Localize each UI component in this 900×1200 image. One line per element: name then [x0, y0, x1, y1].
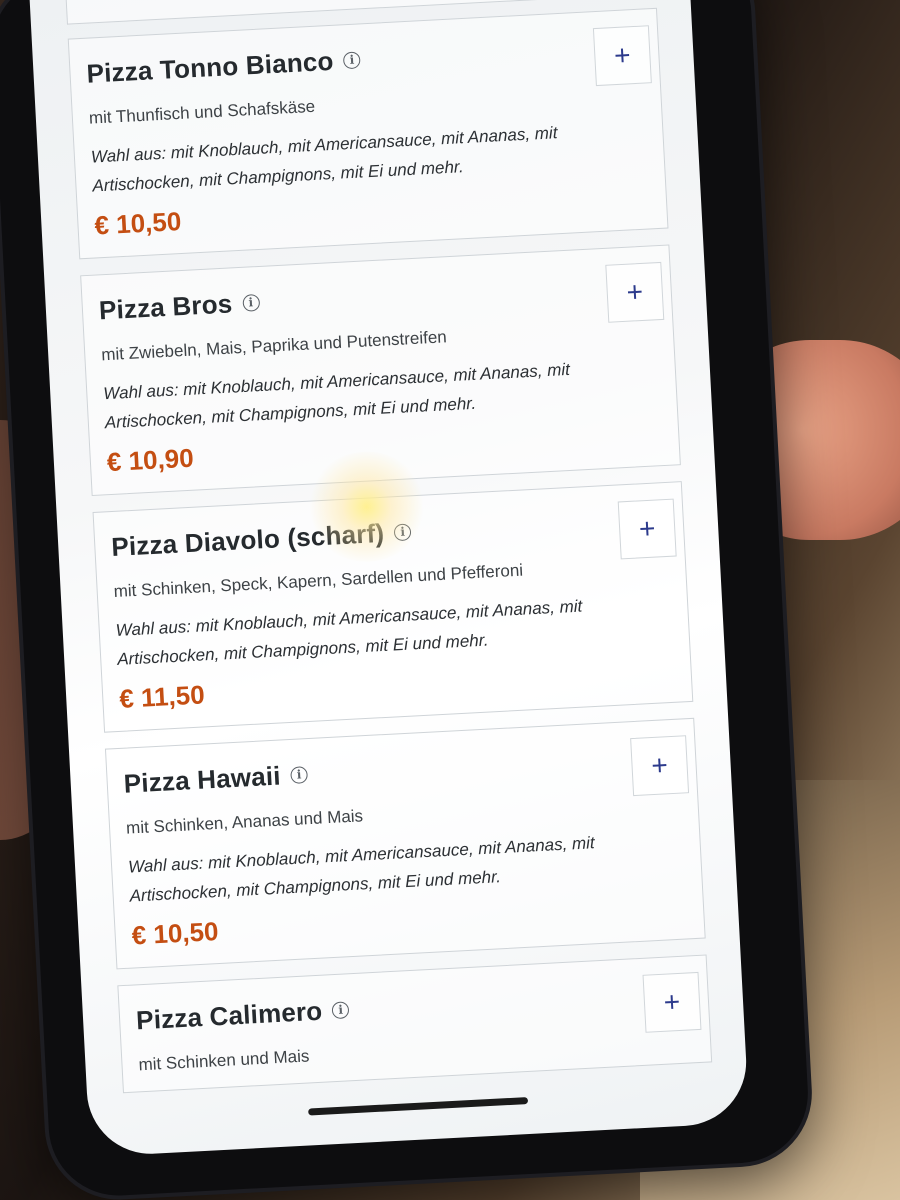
- menu-item-card[interactable]: Pizza Tonno Bianco i + mit Thunfisch und…: [67, 7, 669, 260]
- add-item-button[interactable]: +: [630, 735, 690, 797]
- menu-item-options: Wahl aus: mit Knoblauch, mit Americansau…: [127, 833, 596, 906]
- menu-item-description: mit Zwiebeln, Mais, Paprika und Putenstr…: [100, 327, 448, 365]
- add-item-button[interactable]: +: [592, 25, 652, 87]
- phone-screen: Pizza Tonno Bianco i + mit Thunfisch und…: [29, 0, 750, 1158]
- menu-item-description: mit Schinken und Mais: [138, 1046, 310, 1075]
- photo-scene: Pizza Tonno Bianco i + mit Thunfisch und…: [0, 0, 900, 1200]
- menu-item-title[interactable]: Pizza Hawaii: [123, 760, 281, 799]
- plus-icon: +: [613, 39, 632, 72]
- plus-icon: +: [638, 512, 657, 545]
- plus-icon: +: [625, 275, 644, 308]
- plus-icon: +: [662, 985, 681, 1018]
- menu-item-card[interactable]: Pizza Diavolo (scharf) i + mit Schinken,…: [92, 481, 694, 733]
- menu-item-options: Wahl aus: mit Knoblauch, mit Americansau…: [115, 596, 583, 669]
- menu-item-description: mit Thunfisch und Schafskäse: [88, 96, 316, 128]
- home-indicator[interactable]: [308, 1097, 529, 1116]
- add-item-button[interactable]: +: [617, 498, 677, 560]
- menu-item-options: Wahl aus: mit Knoblauch, mit Americansau…: [90, 123, 558, 196]
- menu-item-card[interactable]: Pizza Bros i + mit Zwiebeln, Mais, Papri…: [80, 244, 681, 497]
- menu-item-options: Wahl aus: mit Knoblauch, mit Americansau…: [102, 359, 571, 433]
- info-icon[interactable]: i: [290, 765, 309, 784]
- menu-item-title[interactable]: Pizza Bros: [98, 288, 233, 326]
- info-icon[interactable]: i: [393, 522, 412, 541]
- info-icon[interactable]: i: [343, 50, 361, 69]
- add-item-button[interactable]: +: [642, 971, 702, 1033]
- plus-icon: +: [650, 749, 669, 782]
- info-icon[interactable]: i: [241, 293, 260, 312]
- menu-item-title[interactable]: Pizza Tonno Bianco: [86, 45, 335, 89]
- menu-list: Pizza Tonno Bianco i + mit Thunfisch und…: [65, 0, 713, 1109]
- phone-device: Pizza Tonno Bianco i + mit Thunfisch und…: [0, 0, 812, 1200]
- info-icon[interactable]: i: [331, 1000, 350, 1019]
- add-item-button[interactable]: +: [605, 261, 665, 323]
- menu-item-description: mit Schinken, Ananas und Mais: [125, 806, 364, 838]
- menu-item-title[interactable]: Pizza Diavolo (scharf): [111, 517, 385, 562]
- menu-item-card[interactable]: Pizza Hawaii i + mit Schinken, Ananas un…: [104, 717, 706, 970]
- menu-item-title[interactable]: Pizza Calimero: [135, 995, 323, 1036]
- menu-item-card[interactable]: Pizza Calimero i + mit Schinken und Mais: [117, 954, 713, 1094]
- menu-item-description: mit Schinken, Speck, Kapern, Sardellen u…: [113, 560, 524, 601]
